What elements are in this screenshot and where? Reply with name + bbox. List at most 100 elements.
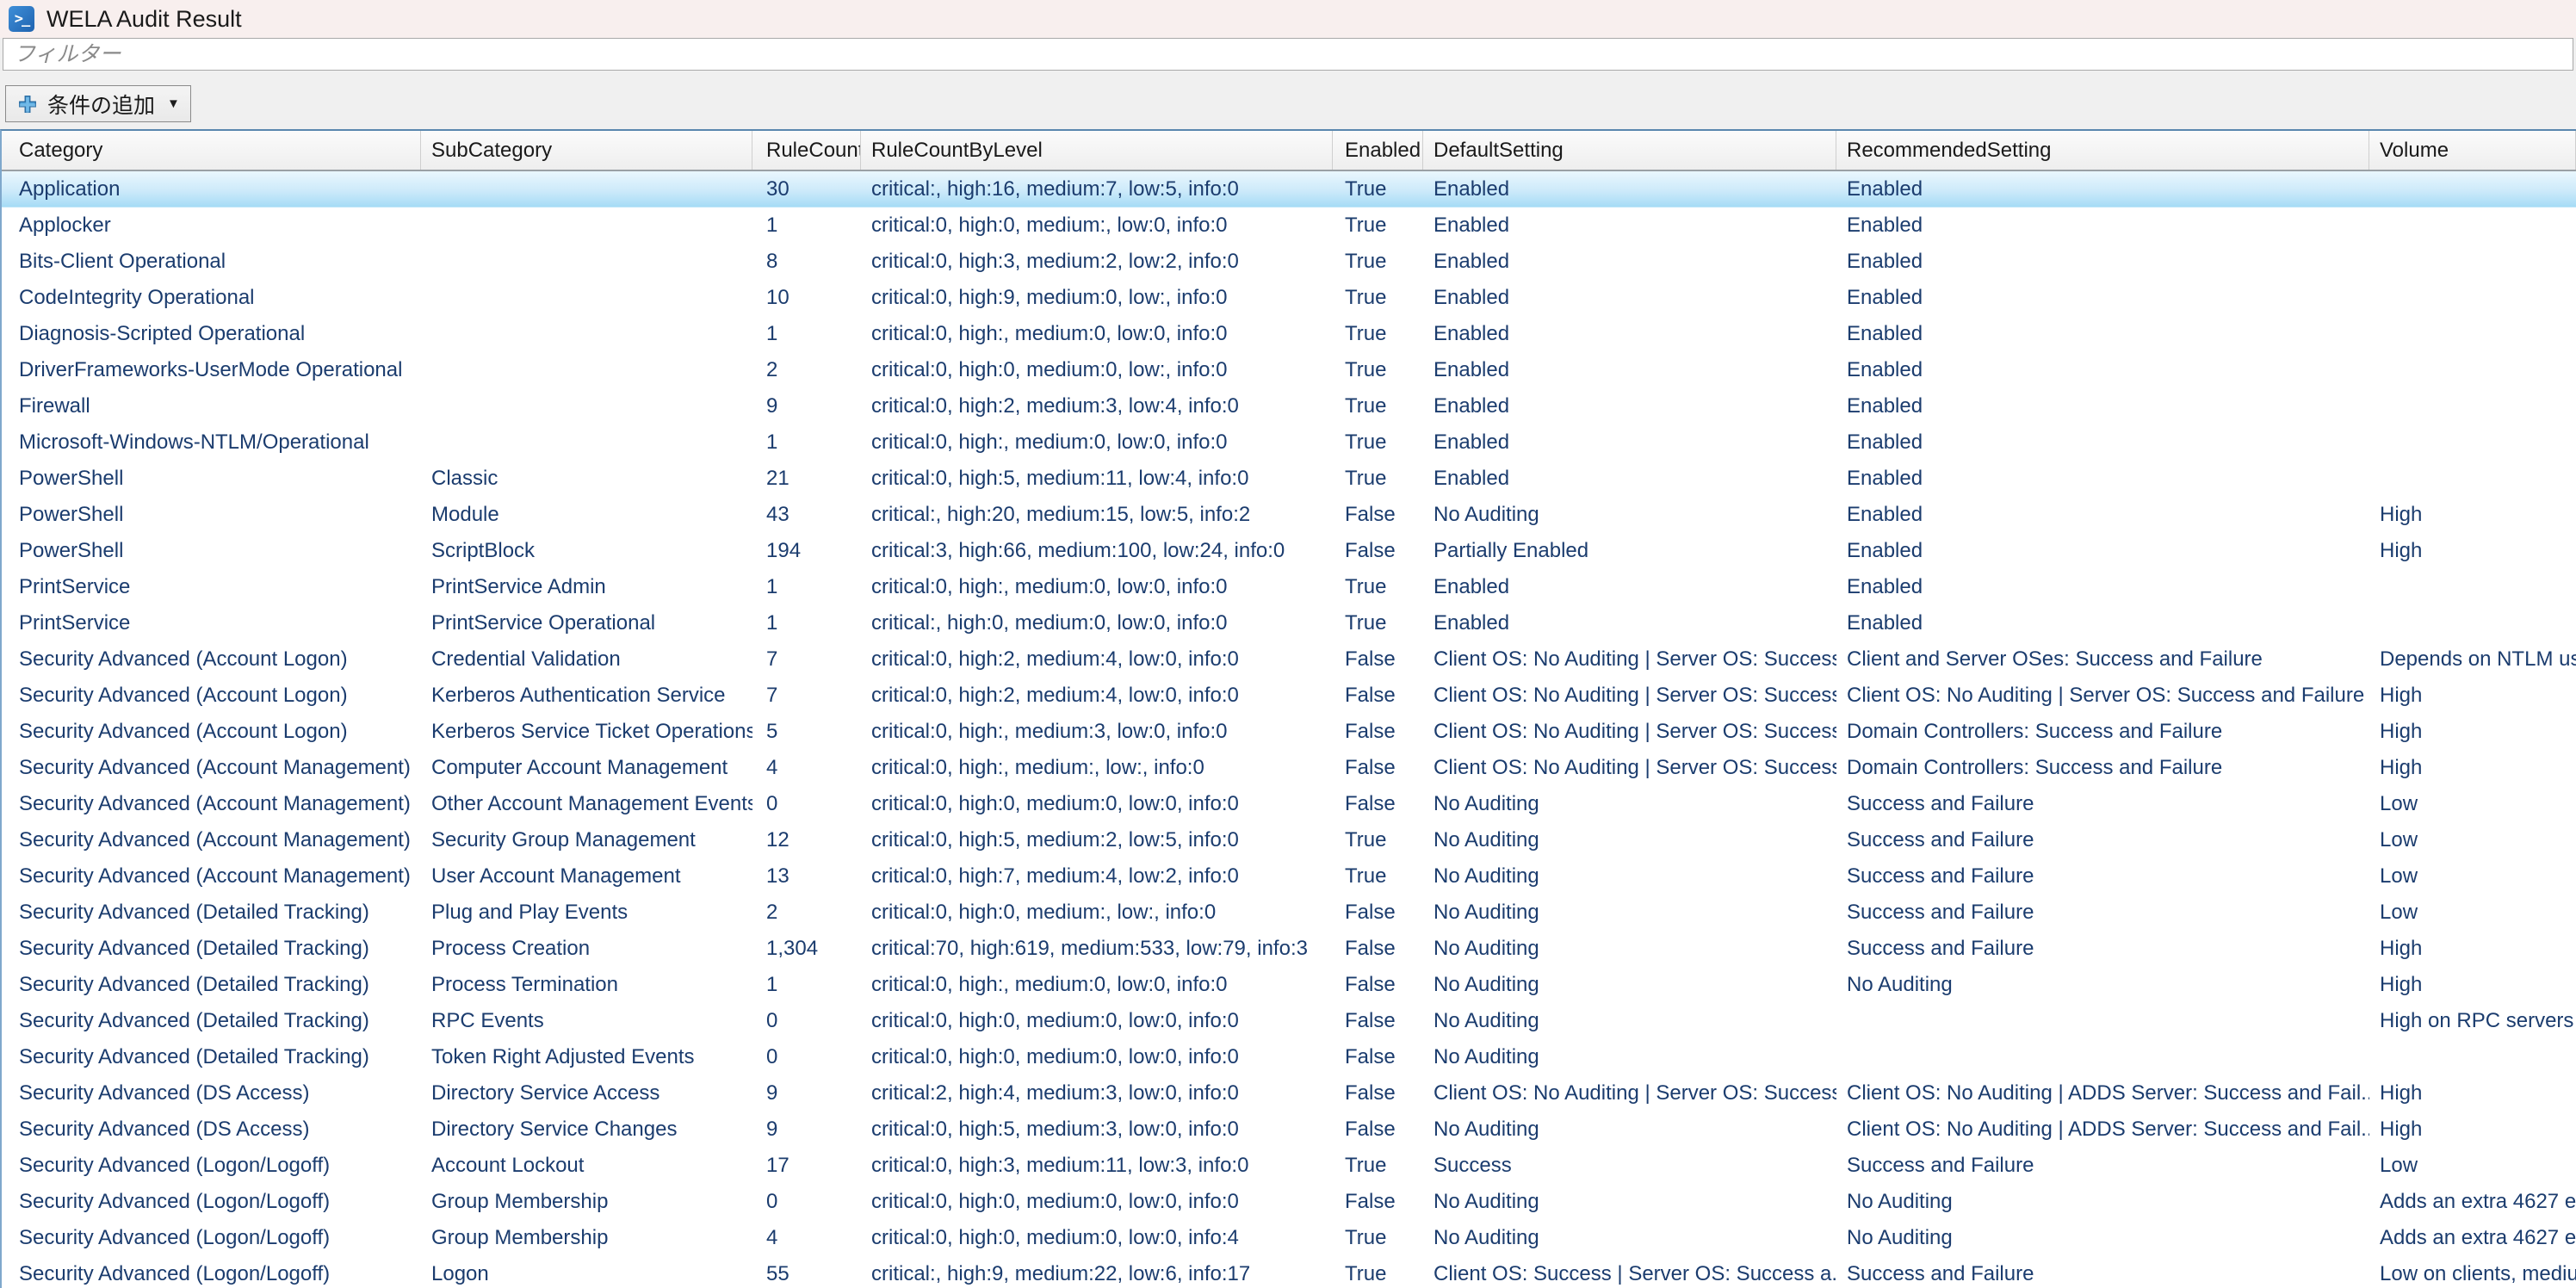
add-criteria-button[interactable]: 条件の追加 ▼ xyxy=(5,85,191,122)
cell-levels: critical:0, high:0, medium:0, low:, info… xyxy=(861,352,1333,388)
table-row[interactable]: Security Advanced (Detailed Tracking)Pro… xyxy=(2,967,2576,1003)
cell-default: Success xyxy=(1423,1148,1836,1184)
cell-enabled: True xyxy=(1333,569,1423,605)
cell-volume xyxy=(2369,424,2576,461)
cell-recommended: Enabled xyxy=(1836,388,2369,424)
column-header-rulecountbylevel[interactable]: RuleCountByLevel xyxy=(861,131,1333,170)
cell-recommended: Enabled xyxy=(1836,461,2369,497)
cell-subcategory: Credential Validation xyxy=(421,641,752,678)
add-criteria-label: 条件の追加 xyxy=(47,89,155,120)
cell-recommended: Enabled xyxy=(1836,497,2369,533)
cell-subcategory: Account Lockout xyxy=(421,1148,752,1184)
out-gridview-window: >_ WELA Audit Result 条件の追加 ▼ CategorySub… xyxy=(0,0,2576,1288)
table-row[interactable]: CodeIntegrity Operational10critical:0, h… xyxy=(2,280,2576,316)
cell-category: Security Advanced (Account Logon) xyxy=(2,714,421,750)
cell-rulecount: 5 xyxy=(752,714,861,750)
table-row[interactable]: Security Advanced (Logon/Logoff)Group Me… xyxy=(2,1220,2576,1256)
cell-rulecount: 43 xyxy=(752,497,861,533)
table-row[interactable]: Security Advanced (Detailed Tracking)Tok… xyxy=(2,1039,2576,1075)
column-header-volume[interactable]: Volume xyxy=(2369,131,2576,170)
cell-volume: Low xyxy=(2369,1148,2576,1184)
cell-recommended: Enabled xyxy=(1836,569,2369,605)
table-row[interactable]: Security Advanced (Logon/Logoff)Group Me… xyxy=(2,1184,2576,1220)
cell-volume: Low xyxy=(2369,786,2576,822)
table-row[interactable]: Diagnosis-Scripted Operational1critical:… xyxy=(2,316,2576,352)
table-row[interactable]: Security Advanced (Logon/Logoff)Logon55c… xyxy=(2,1256,2576,1288)
table-row[interactable]: PrintServicePrintService Admin1critical:… xyxy=(2,569,2576,605)
cell-subcategory xyxy=(421,280,752,316)
cell-rulecount: 1 xyxy=(752,207,861,244)
cell-volume xyxy=(2369,388,2576,424)
cell-levels: critical:0, high:0, medium:, low:, info:… xyxy=(861,895,1333,931)
table-row[interactable]: Security Advanced (DS Access)Directory S… xyxy=(2,1112,2576,1148)
cell-default: No Auditing xyxy=(1423,822,1836,858)
cell-rulecount: 0 xyxy=(752,1184,861,1220)
cell-recommended: Enabled xyxy=(1836,424,2369,461)
cell-levels: critical:0, high:0, medium:0, low:0, inf… xyxy=(861,1220,1333,1256)
cell-volume xyxy=(2369,171,2576,207)
cell-category: Microsoft-Windows-NTLM/Operational xyxy=(2,424,421,461)
table-row[interactable]: Security Advanced (Logon/Logoff)Account … xyxy=(2,1148,2576,1184)
table-row[interactable]: Microsoft-Windows-NTLM/Operational1criti… xyxy=(2,424,2576,461)
cell-subcategory: PrintService Operational xyxy=(421,605,752,641)
table-row[interactable]: Security Advanced (Account Management)Ot… xyxy=(2,786,2576,822)
cell-volume: Low xyxy=(2369,895,2576,931)
cell-category: Security Advanced (Account Logon) xyxy=(2,641,421,678)
cell-subcategory: ScriptBlock xyxy=(421,533,752,569)
cell-subcategory xyxy=(421,316,752,352)
table-row[interactable]: Security Advanced (Account Management)Se… xyxy=(2,822,2576,858)
cell-volume: High xyxy=(2369,931,2576,967)
cell-subcategory: Other Account Management Events xyxy=(421,786,752,822)
table-row[interactable]: Security Advanced (Detailed Tracking)RPC… xyxy=(2,1003,2576,1039)
column-header-category[interactable]: Category xyxy=(2,131,421,170)
cell-enabled: True xyxy=(1333,858,1423,895)
cell-enabled: True xyxy=(1333,316,1423,352)
cell-rulecount: 10 xyxy=(752,280,861,316)
table-row[interactable]: Security Advanced (Detailed Tracking)Pro… xyxy=(2,931,2576,967)
table-row[interactable]: Firewall9critical:0, high:2, medium:3, l… xyxy=(2,388,2576,424)
table-row[interactable]: DriverFrameworks-UserMode Operational2cr… xyxy=(2,352,2576,388)
table-row[interactable]: Security Advanced (Account Management)Us… xyxy=(2,858,2576,895)
cell-category: Security Advanced (Account Management) xyxy=(2,786,421,822)
cell-recommended: Enabled xyxy=(1836,533,2369,569)
cell-enabled: False xyxy=(1333,714,1423,750)
column-header-defaultsetting[interactable]: DefaultSetting xyxy=(1423,131,1836,170)
cell-levels: critical:0, high:5, medium:2, low:5, inf… xyxy=(861,822,1333,858)
cell-default: Enabled xyxy=(1423,352,1836,388)
cell-rulecount: 9 xyxy=(752,1112,861,1148)
table-row[interactable]: PowerShellClassic21critical:0, high:5, m… xyxy=(2,461,2576,497)
column-header-recommendedsetting[interactable]: RecommendedSetting xyxy=(1836,131,2369,170)
cell-enabled: False xyxy=(1333,641,1423,678)
cell-category: Security Advanced (Account Management) xyxy=(2,858,421,895)
cell-subcategory: Process Creation xyxy=(421,931,752,967)
column-header-enabled[interactable]: Enabled xyxy=(1333,131,1423,170)
cell-default: No Auditing xyxy=(1423,858,1836,895)
table-row[interactable]: Bits-Client Operational8critical:0, high… xyxy=(2,244,2576,280)
table-row[interactable]: Security Advanced (Detailed Tracking)Plu… xyxy=(2,895,2576,931)
cell-rulecount: 2 xyxy=(752,895,861,931)
table-row[interactable]: Security Advanced (Account Management)Co… xyxy=(2,750,2576,786)
cell-levels: critical:0, high:2, medium:4, low:0, inf… xyxy=(861,678,1333,714)
filter-input[interactable] xyxy=(3,38,2573,71)
table-row[interactable]: PowerShellScriptBlock194critical:3, high… xyxy=(2,533,2576,569)
cell-recommended: Domain Controllers: Success and Failure xyxy=(1836,714,2369,750)
table-row[interactable]: Application30critical:, high:16, medium:… xyxy=(2,171,2576,207)
cell-rulecount: 55 xyxy=(752,1256,861,1288)
table-row[interactable]: Security Advanced (DS Access)Directory S… xyxy=(2,1075,2576,1112)
table-row[interactable]: Security Advanced (Account Logon)Credent… xyxy=(2,641,2576,678)
cell-recommended: Enabled xyxy=(1836,605,2369,641)
table-row[interactable]: Security Advanced (Account Logon)Kerbero… xyxy=(2,678,2576,714)
cell-subcategory xyxy=(421,388,752,424)
cell-category: Applocker xyxy=(2,207,421,244)
table-row[interactable]: Applocker1critical:0, high:0, medium:, l… xyxy=(2,207,2576,244)
cell-recommended: No Auditing xyxy=(1836,967,2369,1003)
cell-levels: critical:, high:0, medium:0, low:0, info… xyxy=(861,605,1333,641)
table-row[interactable]: PowerShellModule43critical:, high:20, me… xyxy=(2,497,2576,533)
table-row[interactable]: PrintServicePrintService Operational1cri… xyxy=(2,605,2576,641)
column-header-subcategory[interactable]: SubCategory xyxy=(421,131,752,170)
table-row[interactable]: Security Advanced (Account Logon)Kerbero… xyxy=(2,714,2576,750)
cell-enabled: False xyxy=(1333,967,1423,1003)
cell-default: Enabled xyxy=(1423,316,1836,352)
cell-recommended: Enabled xyxy=(1836,316,2369,352)
column-header-rulecount[interactable]: RuleCount xyxy=(752,131,861,170)
